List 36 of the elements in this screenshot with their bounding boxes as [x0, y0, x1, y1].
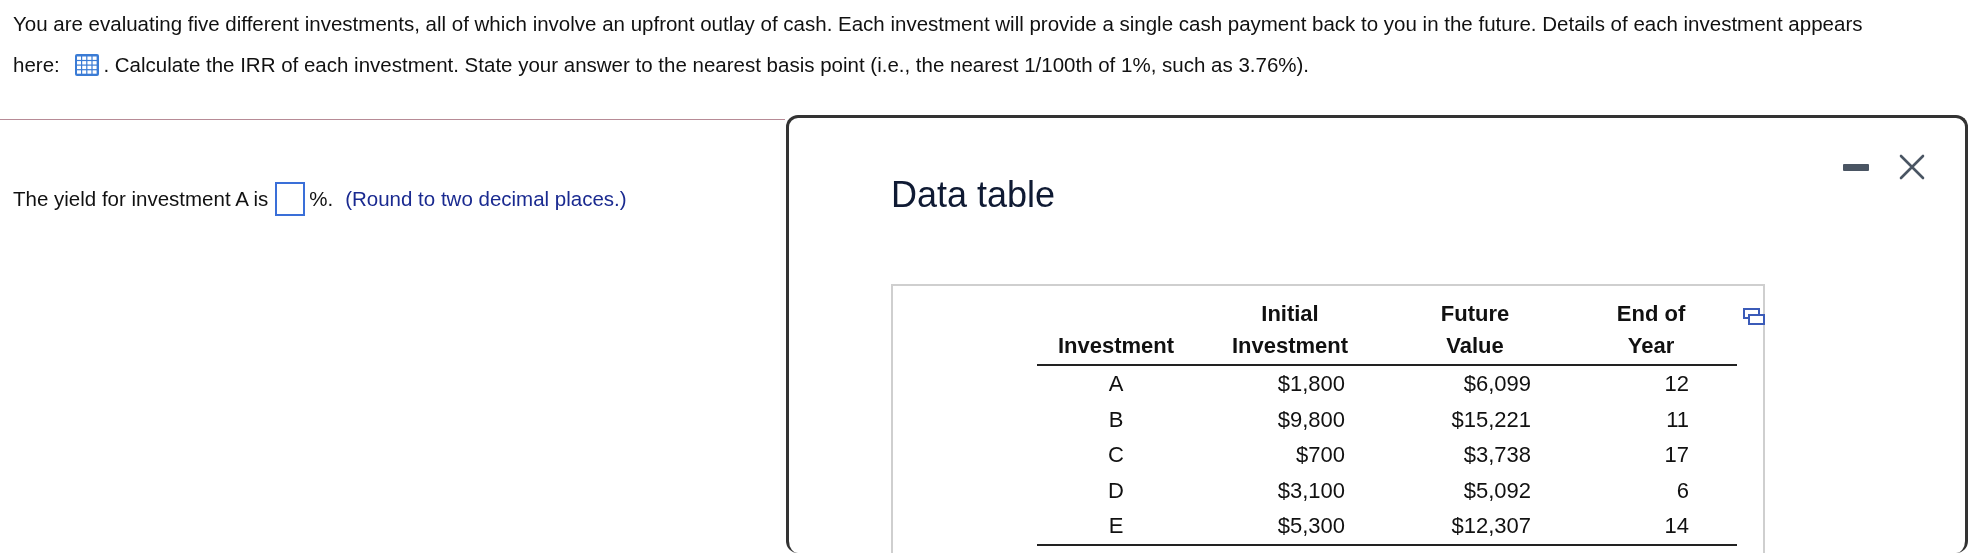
column-header: End of [1616, 300, 1686, 328]
column-header: Future [1440, 300, 1510, 328]
close-button[interactable] [1899, 154, 1925, 180]
table-cell: $5,300 [1277, 513, 1345, 538]
table-cell: 14 [1664, 513, 1689, 538]
table-cell: 12 [1664, 371, 1689, 396]
column-header: Initial [1261, 300, 1319, 328]
table-cell: $1,800 [1277, 371, 1345, 396]
table-cell: C [1108, 442, 1124, 467]
table-cell: E [1108, 513, 1124, 538]
dialog-title: Data table [891, 174, 1056, 216]
column-header: Year [1627, 332, 1675, 360]
table-cell: $12,307 [1451, 513, 1531, 538]
table-icon[interactable] [75, 54, 100, 76]
table-cell: 17 [1664, 442, 1689, 467]
table-cell: 11 [1666, 406, 1689, 432]
table-cell: A [1108, 371, 1124, 396]
table-cell: $15,221 [1451, 406, 1531, 432]
table-cell: B [1108, 406, 1124, 432]
table-cell: $5,092 [1463, 477, 1531, 503]
table-cell: $6,099 [1463, 371, 1531, 396]
table-cell: $3,738 [1463, 442, 1531, 467]
column-header: Value [1446, 332, 1504, 360]
table-cell: 6 [1676, 477, 1689, 503]
table-cell: D [1108, 477, 1124, 503]
copy-icon[interactable] [1743, 308, 1765, 326]
question-text: You are evaluating five different investments, all of which involve an upfront outlay of cash. Each investment will provide a single cash payment back to you in the future. Details of each investment appears here: . Calculate the IRR of each investment. State your answer to the nearest basis point (i.e., the nearest 1/100th of 1%, such as 3.76%). [13, 11, 1863, 78]
answer-prompt: The yield for investment A is [13, 187, 269, 211]
column-header: Investment [1231, 332, 1349, 360]
column-header: Investment [1057, 332, 1175, 360]
table-cell: $9,800 [1277, 406, 1345, 432]
rounding-hint: (Round to two decimal places.) [345, 187, 627, 211]
unit-label: %. [309, 187, 334, 211]
answer-field[interactable] [275, 182, 306, 216]
table-cell: $700 [1296, 442, 1345, 467]
table-cell: $3,100 [1277, 477, 1345, 503]
